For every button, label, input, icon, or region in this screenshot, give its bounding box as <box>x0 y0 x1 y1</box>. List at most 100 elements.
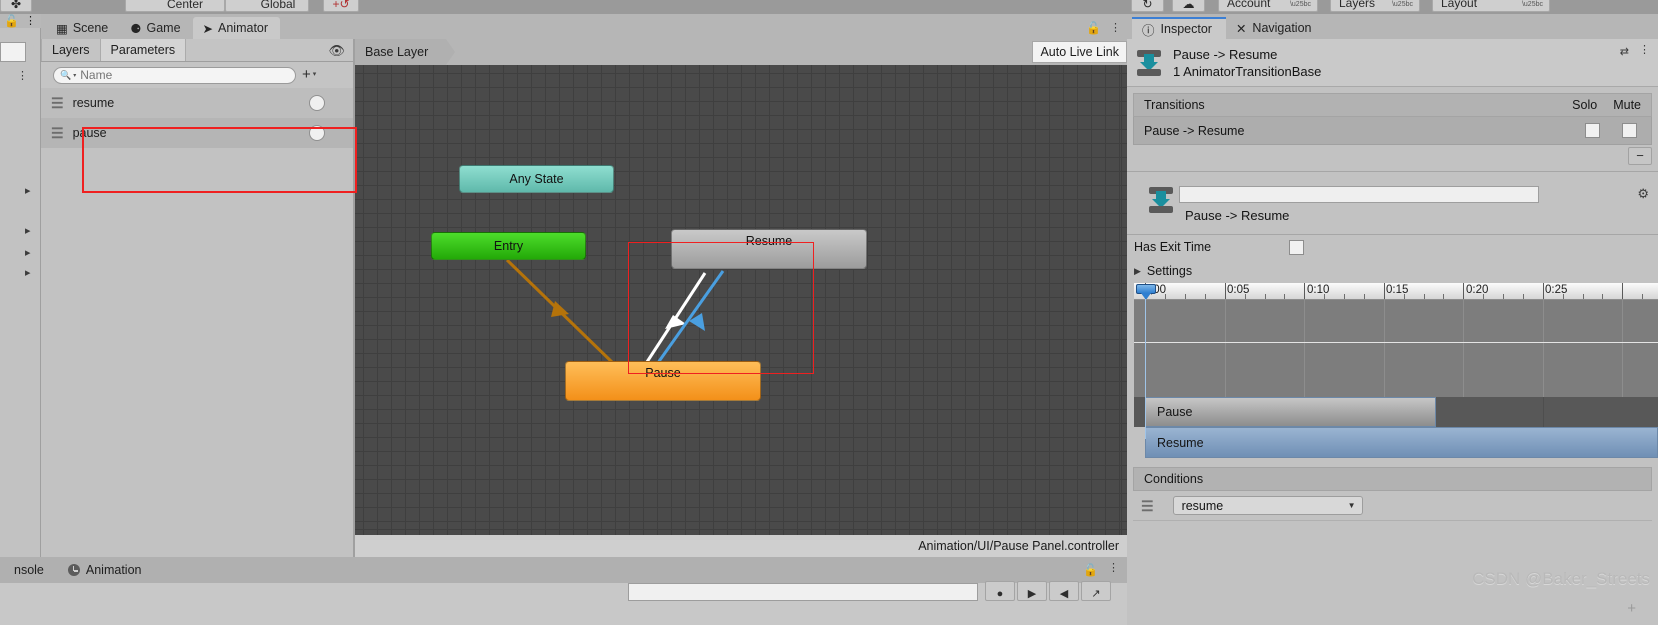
timeline-clip-resume[interactable]: Resume <box>1145 427 1658 458</box>
chevron-down-icon: ▼ <box>1347 501 1356 510</box>
search-input[interactable] <box>80 68 271 82</box>
collab-button[interactable]: ☁ <box>1172 0 1205 12</box>
settings-foldout-row[interactable]: ▶ Settings <box>1127 259 1658 283</box>
overflow-menu-icon[interactable]: ⋮ <box>1110 23 1121 34</box>
breadcrumb[interactable]: Base Layer <box>355 39 456 65</box>
chevron-down-icon: \u25bc <box>1391 1 1413 8</box>
foldout-arrow-1[interactable]: ▸ <box>25 184 31 197</box>
snap-increment-button[interactable]: +↺ <box>323 0 359 12</box>
remove-transition-button[interactable]: − <box>1628 147 1652 165</box>
gear-icon[interactable]: ⚙ <box>1637 186 1649 202</box>
mute-column-label: Mute <box>1613 98 1641 112</box>
graph-pane: Base Layer Auto Live Link Any State Entr… <box>355 39 1127 557</box>
hand-tool-button[interactable]: ✤ <box>0 0 32 12</box>
parameter-row-resume[interactable]: ☰ resume <box>41 88 353 118</box>
drag-handle-icon[interactable]: ☰ <box>1141 499 1154 513</box>
overflow-menu-icon[interactable]: ⋮ <box>1639 45 1650 58</box>
solo-checkbox[interactable] <box>1585 123 1600 138</box>
layout-dropdown[interactable]: Layout \u25bc <box>1432 0 1550 12</box>
tab-animation[interactable]: Animation <box>56 557 154 583</box>
hierarchy-search-field[interactable] <box>0 42 26 62</box>
foldout-arrow-3[interactable]: ▸ <box>25 246 31 259</box>
timeline-ruler[interactable]: ;00 0:05 0:10 0:15 0:20 0:25 <box>1134 283 1658 300</box>
record-button[interactable]: ● <box>985 581 1015 601</box>
transition-name-field[interactable] <box>1179 186 1539 203</box>
lock-icon[interactable]: 🔓 <box>1083 563 1098 577</box>
inspector-header: Pause -> Resume 1 AnimatorTransitionBase… <box>1127 39 1658 87</box>
timeline-tick-4: 0:20 <box>1466 284 1489 296</box>
drag-handle-icon[interactable]: ☰ <box>51 96 64 110</box>
tab-parameters[interactable]: Parameters <box>100 39 187 61</box>
timeline-clip-label: Resume <box>1157 435 1204 450</box>
transition-timeline[interactable]: ;00 0:05 0:10 0:15 0:20 0:25 Pause Resum… <box>1134 283 1658 458</box>
curves-button[interactable]: ↗ <box>1081 581 1111 601</box>
inspector-title: Pause -> Resume <box>1173 46 1278 62</box>
prev-key-button[interactable]: ◀ <box>1049 581 1079 601</box>
mute-checkbox[interactable] <box>1622 123 1637 138</box>
parameter-name: resume <box>72 96 115 110</box>
pivot-center-button[interactable]: Center <box>125 0 225 12</box>
controller-path-label: Animation/UI/Pause Panel.controller <box>918 539 1119 553</box>
tab-navigation[interactable]: ✕ Navigation <box>1226 17 1326 39</box>
watermark: CSDN @Baker_Streets <box>1472 569 1650 588</box>
tab-navigation-label: Navigation <box>1252 21 1312 35</box>
play-button[interactable]: ▶ <box>1017 581 1047 601</box>
breadcrumb-label: Base Layer <box>365 45 429 59</box>
inspector-subtitle: 1 AnimatorTransitionBase <box>1173 63 1322 79</box>
transition-list-row[interactable]: Pause -> Resume <box>1133 117 1652 145</box>
search-field[interactable]: 🔍 ▾ <box>53 66 296 84</box>
state-node-entry[interactable]: Entry <box>431 232 586 260</box>
tab-animator-label: Animator <box>218 21 269 35</box>
handle-global-button[interactable]: Global <box>225 0 309 12</box>
foldout-arrow-4[interactable]: ▸ <box>25 266 31 279</box>
tab-console[interactable]: nsole <box>2 557 56 583</box>
has-exit-time-row: Has Exit Time <box>1127 235 1658 259</box>
animation-clip-field[interactable] <box>628 583 978 601</box>
auto-live-link-button[interactable]: Auto Live Link <box>1032 41 1127 63</box>
plus-icon: + <box>302 66 311 83</box>
state-node-any-state[interactable]: Any State <box>459 165 614 193</box>
layers-dropdown[interactable]: Layers \u25bc <box>1330 0 1420 12</box>
state-node-label: Any State <box>509 172 564 186</box>
lock-icon[interactable]: 🔓 <box>1086 21 1101 35</box>
tab-scene[interactable]: ▦ Scene <box>46 17 120 39</box>
tab-game[interactable]: ⚈ Game <box>120 17 192 39</box>
hand-tool-icon: ✤ <box>10 0 22 11</box>
add-condition-icon[interactable]: + <box>1627 600 1636 617</box>
settings-label: Settings <box>1146 264 1193 278</box>
chevron-down-icon: \u25bc <box>1521 1 1543 8</box>
tab-layers[interactable]: Layers <box>41 39 101 61</box>
timeline-source-clip-row[interactable]: Pause <box>1134 397 1658 427</box>
trigger-toggle[interactable] <box>309 125 325 141</box>
trigger-toggle[interactable] <box>309 95 325 111</box>
state-machine-canvas[interactable]: Any State Entry Resume Pause <box>355 65 1127 535</box>
chevron-right-icon: ▶ <box>1134 265 1141 276</box>
play-icon: ▶ <box>1027 588 1037 600</box>
drag-handle-icon[interactable]: ☰ <box>51 126 64 140</box>
eye-icon[interactable]: 👁 <box>328 43 345 59</box>
parameter-search-row: 🔍 ▾ + ▾ <box>41 62 353 88</box>
transition-asset-icon <box>1147 186 1175 214</box>
account-dropdown[interactable]: Account \u25bc <box>1218 0 1318 12</box>
tab-animator[interactable]: ➤ Animator <box>192 17 281 39</box>
overflow-menu-icon[interactable]: ⋮ <box>1108 563 1119 577</box>
timeline-playhead[interactable] <box>1136 283 1156 299</box>
timeline-tick-3: 0:15 <box>1386 284 1409 296</box>
cloud-button[interactable]: ↻ <box>1131 0 1164 12</box>
condition-parameter-dropdown[interactable]: resume ▼ <box>1172 496 1363 515</box>
has-exit-time-checkbox[interactable] <box>1289 239 1304 255</box>
preset-icon[interactable]: ⇄ <box>1620 45 1629 58</box>
parameter-row-pause[interactable]: ☰ pause <box>41 118 353 148</box>
foldout-arrow-2[interactable]: ▸ <box>25 224 31 237</box>
timeline-blend-area[interactable] <box>1134 300 1658 397</box>
overflow-menu-icon[interactable]: ⋮ <box>25 16 36 27</box>
timeline-clip-pause[interactable]: Pause <box>1145 397 1436 427</box>
prev-key-icon: ◀ <box>1059 588 1069 600</box>
rail-overflow-icon[interactable]: ⋮ <box>17 69 28 82</box>
tab-inspector[interactable]: ⓘ Inspector <box>1132 17 1226 39</box>
add-parameter-button[interactable]: + ▾ <box>302 66 316 83</box>
condition-row[interactable]: ☰ resume ▼ <box>1133 491 1652 521</box>
lock-icon[interactable]: 🔓 <box>4 14 19 28</box>
inspector-window: ⓘ Inspector ✕ Navigation Pause -> Resume… <box>1127 14 1658 625</box>
tab-parameters-label: Parameters <box>110 43 176 57</box>
